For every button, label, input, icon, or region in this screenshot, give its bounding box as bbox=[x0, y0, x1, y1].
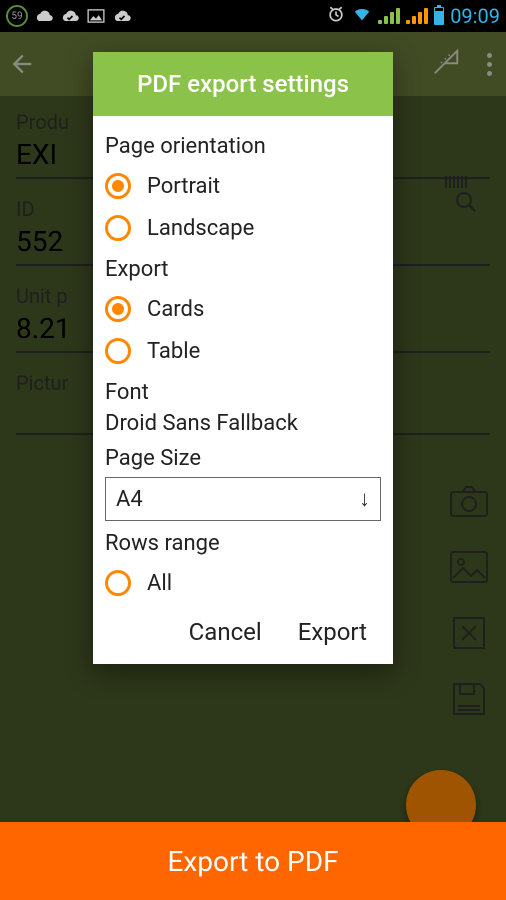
status-badge: 59 bbox=[6, 5, 28, 27]
radio-icon bbox=[105, 296, 131, 322]
radio-table[interactable]: Table bbox=[105, 330, 381, 372]
radio-label: Landscape bbox=[147, 216, 254, 241]
radio-icon bbox=[105, 570, 131, 596]
export-to-pdf-label: Export to PDF bbox=[167, 845, 338, 878]
radio-icon bbox=[105, 338, 131, 364]
export-to-pdf-button[interactable]: Export to PDF bbox=[0, 822, 506, 900]
radio-cards[interactable]: Cards bbox=[105, 288, 381, 330]
orientation-label: Page orientation bbox=[105, 134, 381, 159]
wifi-icon bbox=[352, 6, 372, 26]
signal-icon bbox=[406, 8, 428, 24]
alarm-icon bbox=[326, 4, 346, 28]
rows-range-label: Rows range bbox=[105, 531, 381, 556]
cloud-check-icon bbox=[112, 9, 132, 23]
radio-icon bbox=[105, 173, 131, 199]
page-size-label: Page Size bbox=[105, 446, 381, 471]
chevron-down-icon: ↓ bbox=[359, 486, 370, 512]
cloud-icon bbox=[34, 9, 54, 23]
page-size-select[interactable]: A4 ↓ bbox=[105, 477, 381, 521]
radio-all-rows[interactable]: All bbox=[105, 562, 381, 604]
image-icon bbox=[86, 9, 106, 23]
page-size-value: A4 bbox=[116, 487, 143, 512]
radio-label: All bbox=[147, 571, 172, 596]
export-button[interactable]: Export bbox=[298, 618, 367, 646]
cloud-check-icon bbox=[60, 9, 80, 23]
status-time: 09:09 bbox=[450, 4, 500, 28]
status-bar: 59 09:09 bbox=[0, 0, 506, 32]
cancel-button[interactable]: Cancel bbox=[189, 618, 262, 646]
pdf-export-dialog: PDF export settings Page orientation Por… bbox=[93, 52, 393, 664]
radio-label: Cards bbox=[147, 297, 204, 322]
radio-portrait[interactable]: Portrait bbox=[105, 165, 381, 207]
signal-icon bbox=[378, 8, 400, 24]
radio-label: Portrait bbox=[147, 174, 220, 199]
font-value[interactable]: Droid Sans Fallback bbox=[105, 411, 381, 436]
radio-landscape[interactable]: Landscape bbox=[105, 207, 381, 249]
dialog-title: PDF export settings bbox=[93, 52, 393, 116]
radio-icon bbox=[105, 215, 131, 241]
battery-icon bbox=[434, 7, 444, 25]
export-label: Export bbox=[105, 257, 381, 282]
font-label: Font bbox=[105, 380, 381, 405]
radio-label: Table bbox=[147, 339, 200, 364]
